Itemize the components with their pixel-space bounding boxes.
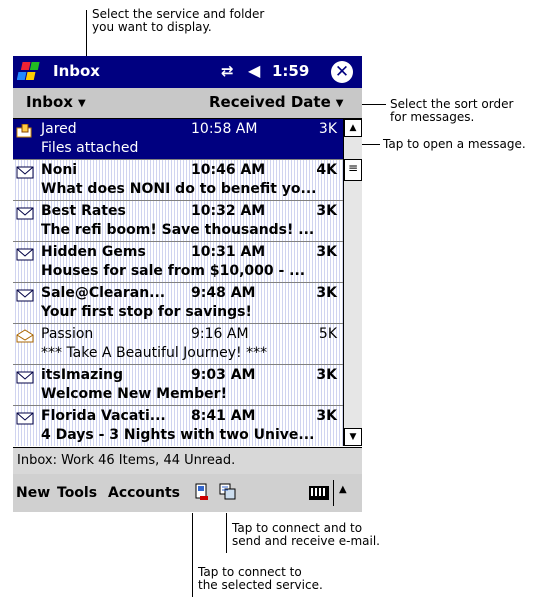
callout-connect-service: Tap to connect to the selected service. <box>198 565 323 592</box>
close-icon[interactable]: ✕ <box>331 61 353 83</box>
message-time: 10:46 AM <box>191 162 266 178</box>
message-from: Florida Vacati... <box>41 408 166 424</box>
message-subject: Files attached <box>41 140 139 156</box>
scroll-down-arrow-icon[interactable]: ▼ <box>344 428 362 446</box>
callout-send-receive: Tap to connect and to send and receive e… <box>232 521 380 548</box>
message-subject: Houses for sale from $10,000 - ... <box>41 263 306 279</box>
folder-picker[interactable]: Inbox ▼ <box>26 93 86 111</box>
menu-new[interactable]: New <box>16 485 50 501</box>
message-from: Jared <box>41 121 77 137</box>
callout-open-message: Tap to open a message. <box>383 137 526 151</box>
message-from: Hidden Gems <box>41 244 146 260</box>
app-title: Inbox <box>53 62 100 80</box>
message-subject: 4 Days - 3 Nights with two Unive... <box>41 427 315 443</box>
message-size: 3K <box>316 408 337 424</box>
message-size: 3K <box>316 285 337 301</box>
message-from: itsImazing <box>41 367 124 383</box>
connect-icon[interactable] <box>193 483 211 501</box>
message-size: 4K <box>316 162 337 178</box>
message-time: 8:41 AM <box>191 408 256 424</box>
message-size: 3K <box>316 367 337 383</box>
callout-sort-order: Select the sort order for messages. <box>390 97 514 124</box>
envelope-icon <box>16 207 34 220</box>
message-subject: The refi boom! Save thousands! ... <box>41 222 315 238</box>
message-row[interactable]: Sale@Clearan... 9:48 AM 3K Your first st… <box>13 283 343 324</box>
open-envelope-icon <box>16 329 34 343</box>
sort-picker[interactable]: Received Date ▼ <box>209 93 343 111</box>
envelope-icon <box>16 371 34 384</box>
filter-sort-bar: Inbox ▼ Received Date ▼ <box>13 88 362 119</box>
speaker-icon[interactable]: ◀ <box>248 61 260 80</box>
message-time: 10:58 AM <box>191 121 258 137</box>
message-time: 9:48 AM <box>191 285 256 301</box>
scroll-up-arrow-icon[interactable]: ▲ <box>344 119 362 137</box>
message-row[interactable]: Best Rates 10:32 AM 3K The refi boom! Sa… <box>13 201 343 242</box>
connectivity-icon[interactable]: ⇄ <box>221 62 234 80</box>
message-row[interactable]: itsImazing 9:03 AM 3K Welcome New Member… <box>13 365 343 406</box>
message-list: Jared 10:58 AM 3K Files attached Noni 10… <box>13 119 343 446</box>
attachment-envelope-icon <box>16 124 32 138</box>
message-list-scrollbar[interactable]: ▲ ≡ ▼ <box>343 119 362 446</box>
chevron-down-icon: ▼ <box>335 98 344 109</box>
title-bar: Inbox ⇄ ◀ 1:59 ✕ <box>13 56 362 88</box>
message-size: 3K <box>318 121 337 137</box>
envelope-icon <box>16 412 34 425</box>
send-receive-icon[interactable] <box>219 483 237 501</box>
callout-select-service: Select the service and folder you want t… <box>92 7 265 34</box>
callout-line-service <box>86 10 87 58</box>
windows-flag-icon[interactable] <box>17 60 43 84</box>
clock[interactable]: 1:59 <box>272 62 309 80</box>
envelope-icon <box>16 166 34 179</box>
message-from: Best Rates <box>41 203 126 219</box>
separator <box>333 480 334 506</box>
sip-up-arrow-icon[interactable]: ▲ <box>339 484 347 495</box>
callout-line-connect <box>192 503 193 597</box>
message-size: 3K <box>316 244 337 260</box>
message-from: Noni <box>41 162 78 178</box>
message-subject: What does NONI do to benefit yo... <box>41 181 317 197</box>
scrollbar-thumb[interactable]: ≡ <box>344 159 362 181</box>
pocket-pc-screen: Inbox ⇄ ◀ 1:59 ✕ Inbox ▼ Received Date ▼ J… <box>13 56 362 513</box>
message-row[interactable]: Hidden Gems 10:31 AM 3K Houses for sale … <box>13 242 343 283</box>
message-time: 9:03 AM <box>191 367 256 383</box>
message-time: 10:32 AM <box>191 203 266 219</box>
message-time: 10:31 AM <box>191 244 266 260</box>
message-row[interactable]: Florida Vacati... 8:41 AM 3K 4 Days - 3 … <box>13 406 343 446</box>
message-subject: Welcome New Member! <box>41 386 227 402</box>
chevron-down-icon: ▼ <box>77 98 86 109</box>
message-subject: *** Take A Beautiful Journey! *** <box>41 345 268 361</box>
command-bar: New Tools Accounts ▲ <box>13 474 362 512</box>
message-row[interactable]: Passion 9:16 AM 5K *** Take A Beautiful … <box>13 324 343 365</box>
message-from: Sale@Clearan... <box>41 285 166 301</box>
menu-tools[interactable]: Tools <box>57 485 97 501</box>
status-text: Inbox: Work 46 Items, 44 Unread. <box>17 453 236 468</box>
menu-accounts[interactable]: Accounts <box>108 485 180 501</box>
envelope-icon <box>16 248 34 261</box>
keyboard-icon[interactable] <box>309 486 329 500</box>
message-subject: Your first stop for savings! <box>41 304 252 320</box>
envelope-icon <box>16 289 34 302</box>
message-time: 9:16 AM <box>191 326 249 342</box>
message-row[interactable]: Jared 10:58 AM 3K Files attached <box>13 119 343 160</box>
message-size: 5K <box>318 326 337 342</box>
message-from: Passion <box>41 326 94 342</box>
status-bar: Inbox: Work 46 Items, 44 Unread. <box>13 447 362 475</box>
message-row[interactable]: Noni 10:46 AM 4K What does NONI do to be… <box>13 160 343 201</box>
message-size: 3K <box>316 203 337 219</box>
